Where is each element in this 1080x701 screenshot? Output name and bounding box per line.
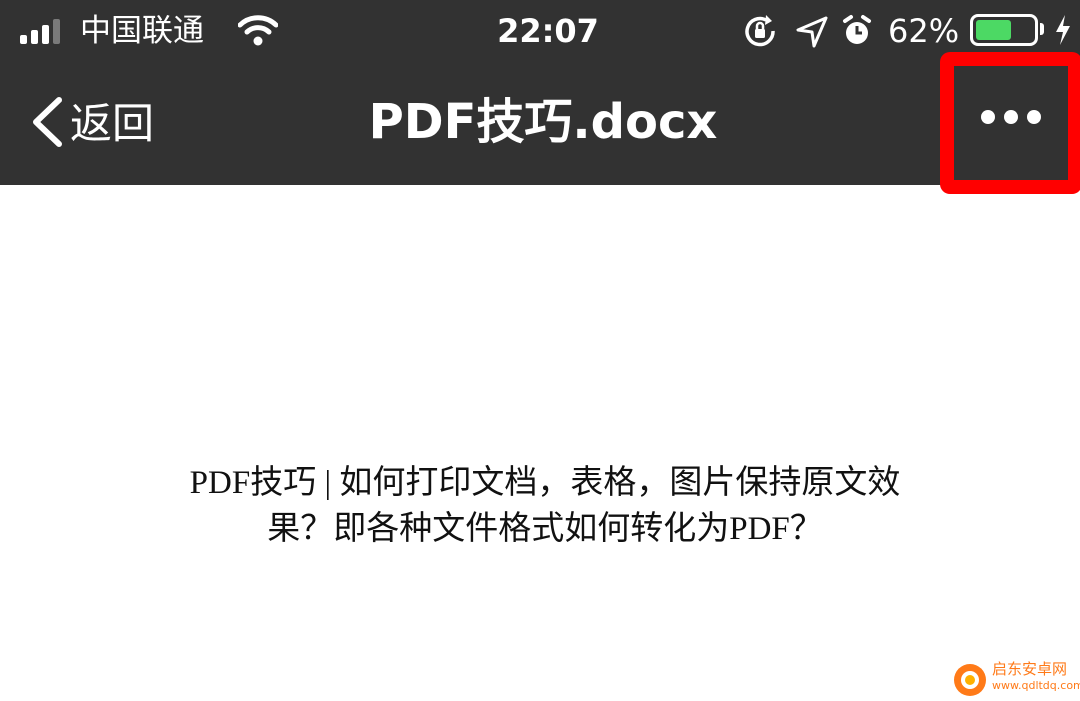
alarm-icon — [843, 15, 871, 44]
battery-level — [976, 20, 1011, 40]
more-dots-icon — [981, 110, 1041, 124]
document-title: PDF技巧.docx — [368, 94, 718, 150]
document-text-line-1: PDF技巧 | 如何打印文档，表格，图片保持原文效 — [189, 465, 901, 501]
watermark-url: www.qdltdq.com — [992, 679, 1080, 692]
document-content: PDF技巧 | 如何打印文档，表格，图片保持原文效 果？即各种文件格式如何转化为… — [150, 460, 940, 552]
watermark-logo-icon — [954, 664, 986, 696]
battery-percentage: 62% — [888, 12, 960, 50]
charging-icon — [1054, 14, 1072, 50]
watermark-name: 启东安卓网 — [992, 660, 1068, 678]
status-bar: 中国联通 22:07 62% — [0, 0, 1080, 62]
watermark: 启东安卓网 www.qdltdq.com — [952, 660, 1080, 701]
orientation-lock-icon — [745, 15, 775, 47]
status-icons — [742, 14, 880, 52]
more-button[interactable] — [940, 52, 1080, 194]
location-icon — [796, 16, 828, 48]
top-bar: 中国联通 22:07 62% 返回 PDF技巧.docx — [0, 0, 1080, 185]
document-text-line-2: 果？即各种文件格式如何转化为PDF？ — [267, 511, 823, 547]
battery-icon — [970, 14, 1038, 46]
battery-tip — [1040, 23, 1044, 35]
